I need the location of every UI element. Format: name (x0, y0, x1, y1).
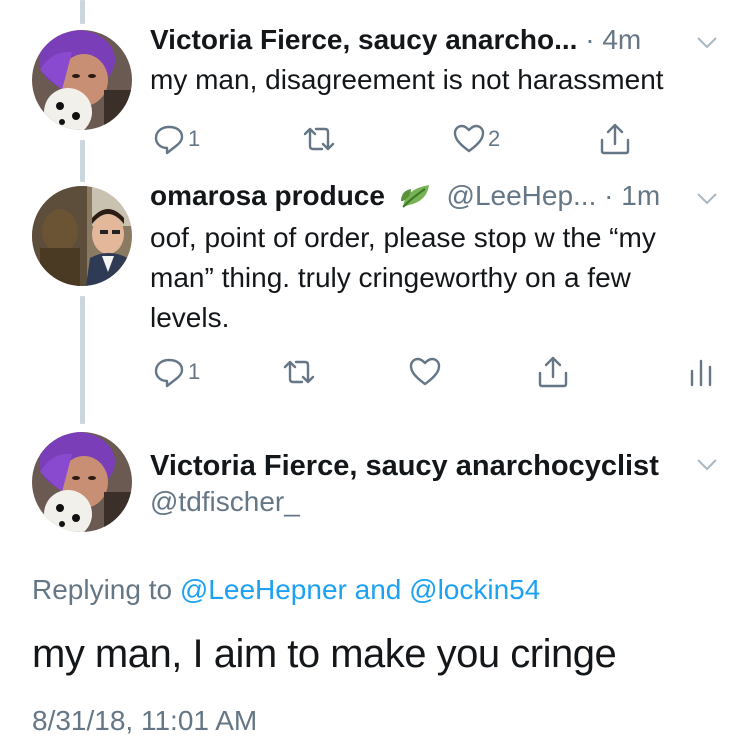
retweet-button[interactable] (282, 352, 316, 392)
display-name[interactable]: omarosa produce (150, 180, 385, 211)
replying-prefix: Replying to (32, 574, 173, 605)
heart-icon (409, 357, 441, 386)
tweet-time[interactable]: 4m (602, 24, 641, 55)
reply-icon (154, 358, 184, 388)
like-button[interactable] (408, 352, 442, 392)
avatar-man-with-bust-icon (32, 186, 132, 286)
thread-line-top (80, 0, 85, 24)
share-icon (538, 356, 568, 388)
tweet-text: my man, disagreement is not harassment (150, 64, 664, 95)
analytics-icon (690, 359, 712, 387)
replying-and[interactable]: and (355, 574, 402, 605)
avatar[interactable] (32, 30, 132, 130)
tweet-text-line: levels. (150, 302, 230, 333)
timestamp[interactable]: 8/31/18, 11:01 AM (32, 703, 257, 739)
mention-link[interactable]: @LeeHepner (180, 574, 347, 605)
share-button[interactable] (598, 119, 632, 159)
tweet-text-line: man” thing. truly cringeworthy on a few (150, 262, 631, 293)
tweet-header: omarosa produce @LeeHep... · 1m (150, 178, 660, 214)
retweet-icon (303, 127, 335, 151)
chevron-down-icon[interactable] (696, 192, 718, 206)
avatar-purple-hair-plush-toy-icon (32, 432, 132, 532)
reply-button[interactable]: 1 (152, 119, 200, 159)
tweet-header: Victoria Fierce, saucy anarcho... · 4m (150, 22, 641, 58)
thread-line-middle (80, 140, 85, 182)
like-button[interactable]: 2 (452, 119, 500, 159)
leaf-icon (400, 185, 429, 208)
mention-link[interactable]: @lockin54 (409, 574, 540, 605)
retweet-button[interactable] (302, 119, 336, 159)
main-tweet-text: my man, I aim to make you cringe (32, 632, 617, 676)
tweet-text-line: oof, point of order, please stop w the “… (150, 222, 656, 253)
time-separator: · (585, 24, 603, 55)
reply-count: 1 (188, 126, 201, 151)
tweet-time[interactable]: 1m (621, 180, 660, 211)
avatar[interactable] (32, 432, 132, 532)
chevron-down-icon[interactable] (696, 36, 718, 50)
retweet-icon (283, 360, 315, 384)
reply-count: 1 (188, 359, 201, 384)
reply-icon (154, 125, 184, 155)
share-icon (600, 123, 630, 155)
heart-icon (453, 124, 485, 153)
replying-to: Replying to @LeeHepner and @lockin54 (32, 572, 540, 608)
analytics-button[interactable] (684, 352, 718, 392)
avatar-purple-hair-plush-toy-icon (32, 30, 132, 130)
chevron-down-icon[interactable] (696, 458, 718, 472)
reply-button[interactable]: 1 (152, 352, 200, 392)
display-name[interactable]: Victoria Fierce, saucy anarcho... (150, 24, 577, 55)
share-button[interactable] (536, 352, 570, 392)
like-count: 2 (488, 126, 501, 151)
avatar[interactable] (32, 186, 132, 286)
handle[interactable]: @tdfischer_ (150, 485, 300, 519)
thread-line-lower (80, 296, 85, 424)
display-name[interactable]: Victoria Fierce, saucy anarchocyclist (150, 448, 659, 484)
tweet-text: oof, point of order, please stop w the “… (150, 218, 720, 338)
time-separator: · (604, 180, 622, 211)
handle[interactable]: @LeeHep... (447, 180, 597, 211)
